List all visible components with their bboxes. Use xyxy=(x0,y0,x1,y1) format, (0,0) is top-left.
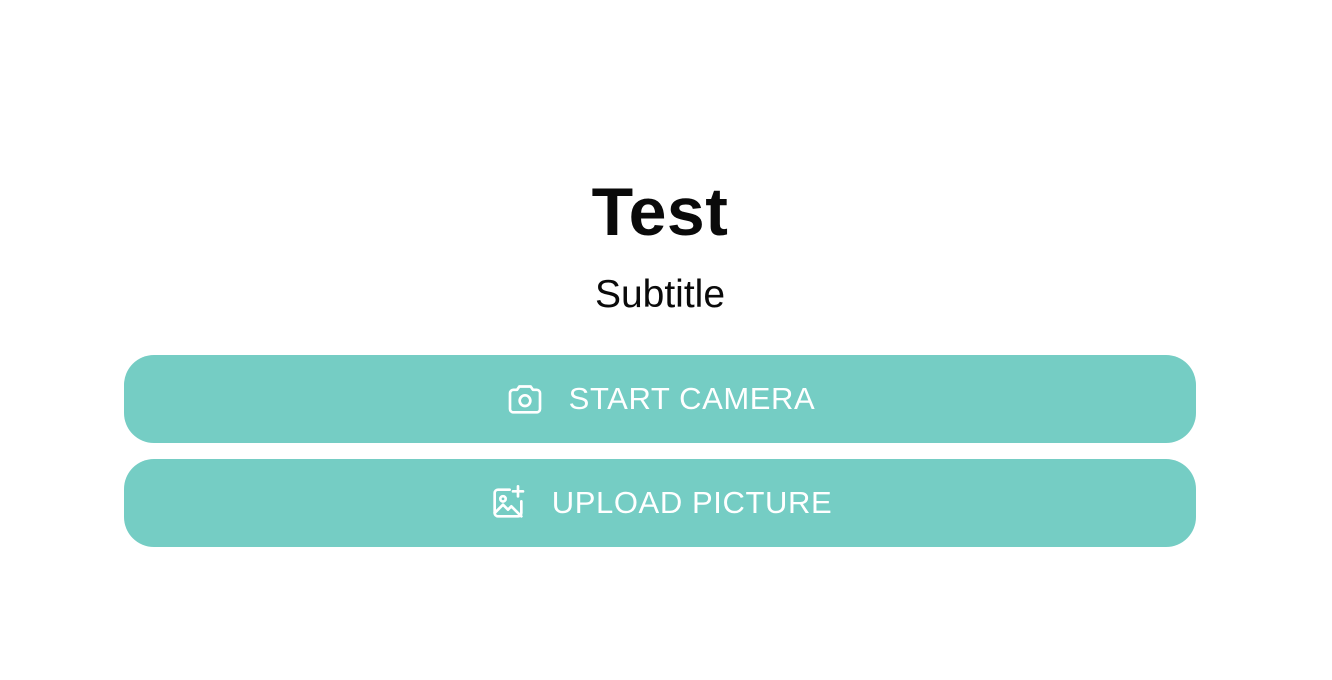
page: Test Subtitle START CAMERA UPLOAD PICTUR… xyxy=(0,0,1332,680)
upload-picture-button[interactable]: UPLOAD PICTURE xyxy=(124,459,1196,547)
start-camera-button[interactable]: START CAMERA xyxy=(124,355,1196,443)
image-plus-icon xyxy=(488,483,528,523)
page-title: Test xyxy=(591,174,729,250)
upload-picture-label: UPLOAD PICTURE xyxy=(551,485,833,520)
camera-icon xyxy=(505,379,545,419)
start-camera-label: START CAMERA xyxy=(568,381,816,416)
page-subtitle: Subtitle xyxy=(594,273,726,316)
